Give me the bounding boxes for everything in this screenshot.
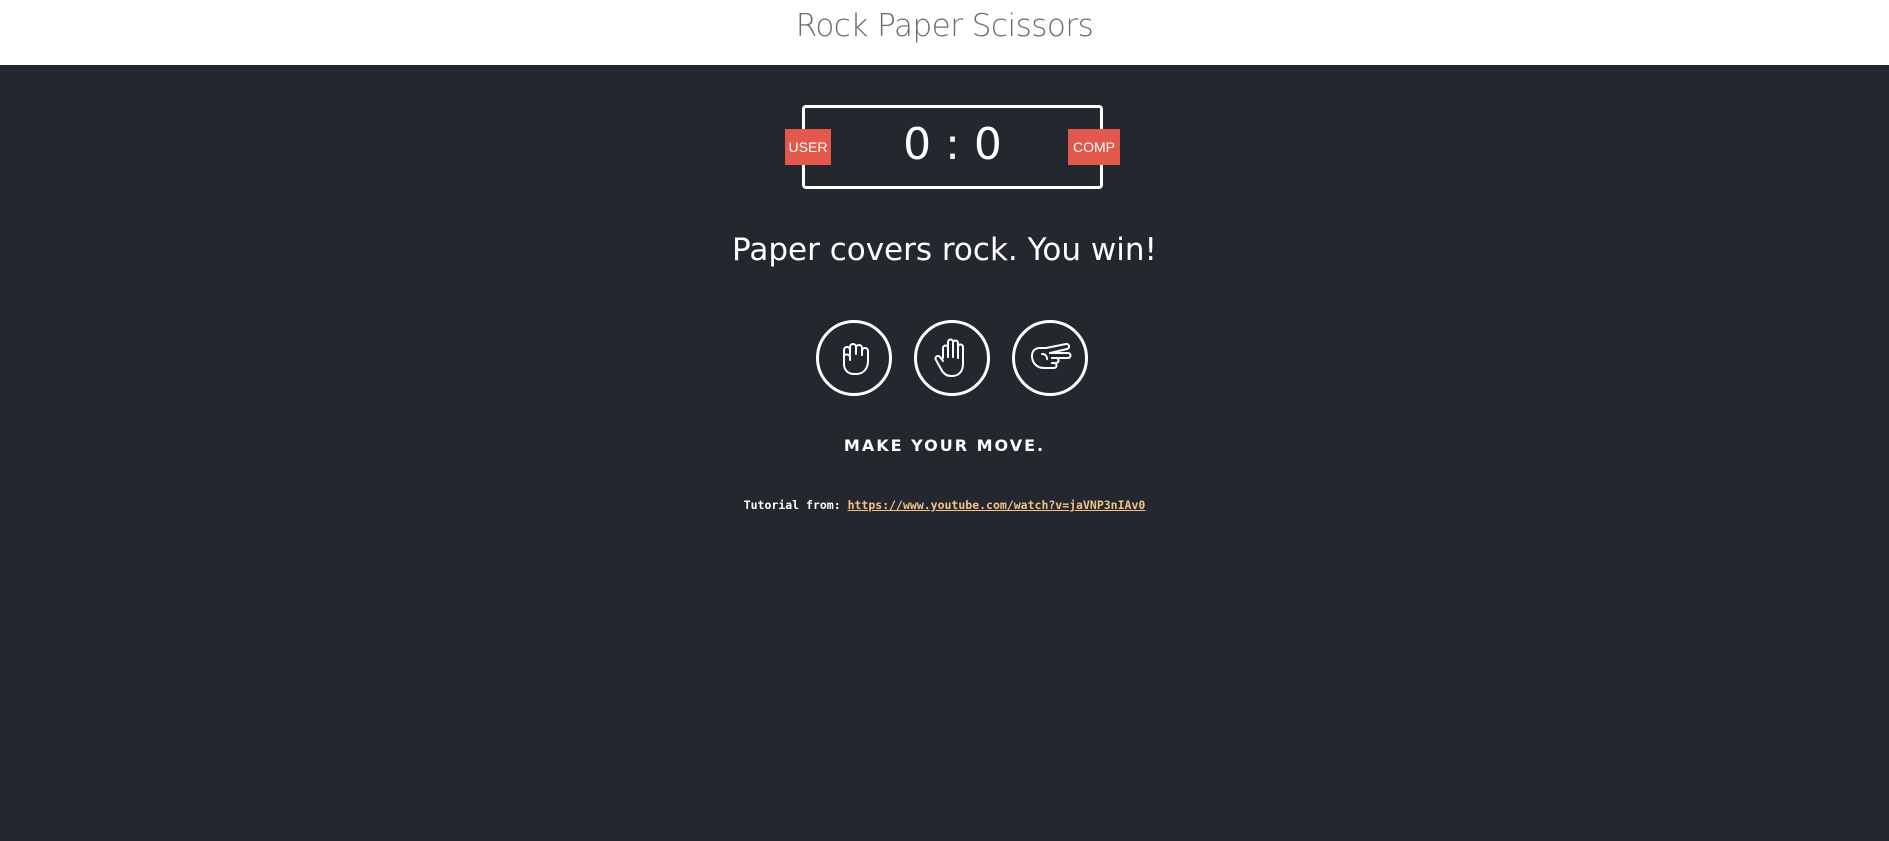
scissors-hand-icon bbox=[1031, 342, 1072, 369]
paper-hand-icon bbox=[934, 338, 964, 377]
user-score: 0 bbox=[903, 119, 932, 170]
tutorial-credit: Tutorial from: https://www.youtube.com/w… bbox=[0, 498, 1889, 512]
scissors-button[interactable] bbox=[1012, 320, 1088, 396]
rock-hand-icon bbox=[843, 343, 869, 375]
app-header: Rock Paper Scissors bbox=[0, 0, 1889, 65]
paper-button[interactable] bbox=[914, 320, 990, 396]
rock-button[interactable] bbox=[816, 320, 892, 396]
result-message: Paper covers rock. You win! bbox=[732, 232, 1157, 268]
comp-badge: COMP bbox=[1068, 129, 1120, 165]
score-display: 0 : 0 bbox=[805, 119, 1100, 171]
score-separator: : bbox=[945, 119, 960, 170]
game-area: USER 0 : 0 COMP Paper covers rock. You w… bbox=[0, 65, 1889, 841]
tutorial-label: Tutorial from: bbox=[743, 498, 841, 512]
tutorial-link[interactable]: https://www.youtube.com/watch?v=jaVNP3nI… bbox=[848, 498, 1146, 512]
scoreboard: USER 0 : 0 COMP bbox=[785, 105, 1120, 189]
comp-score: 0 bbox=[973, 119, 1002, 170]
move-prompt: MAKE YOUR MOVE. bbox=[843, 436, 1046, 455]
page-title: Rock Paper Scissors bbox=[795, 8, 1094, 44]
